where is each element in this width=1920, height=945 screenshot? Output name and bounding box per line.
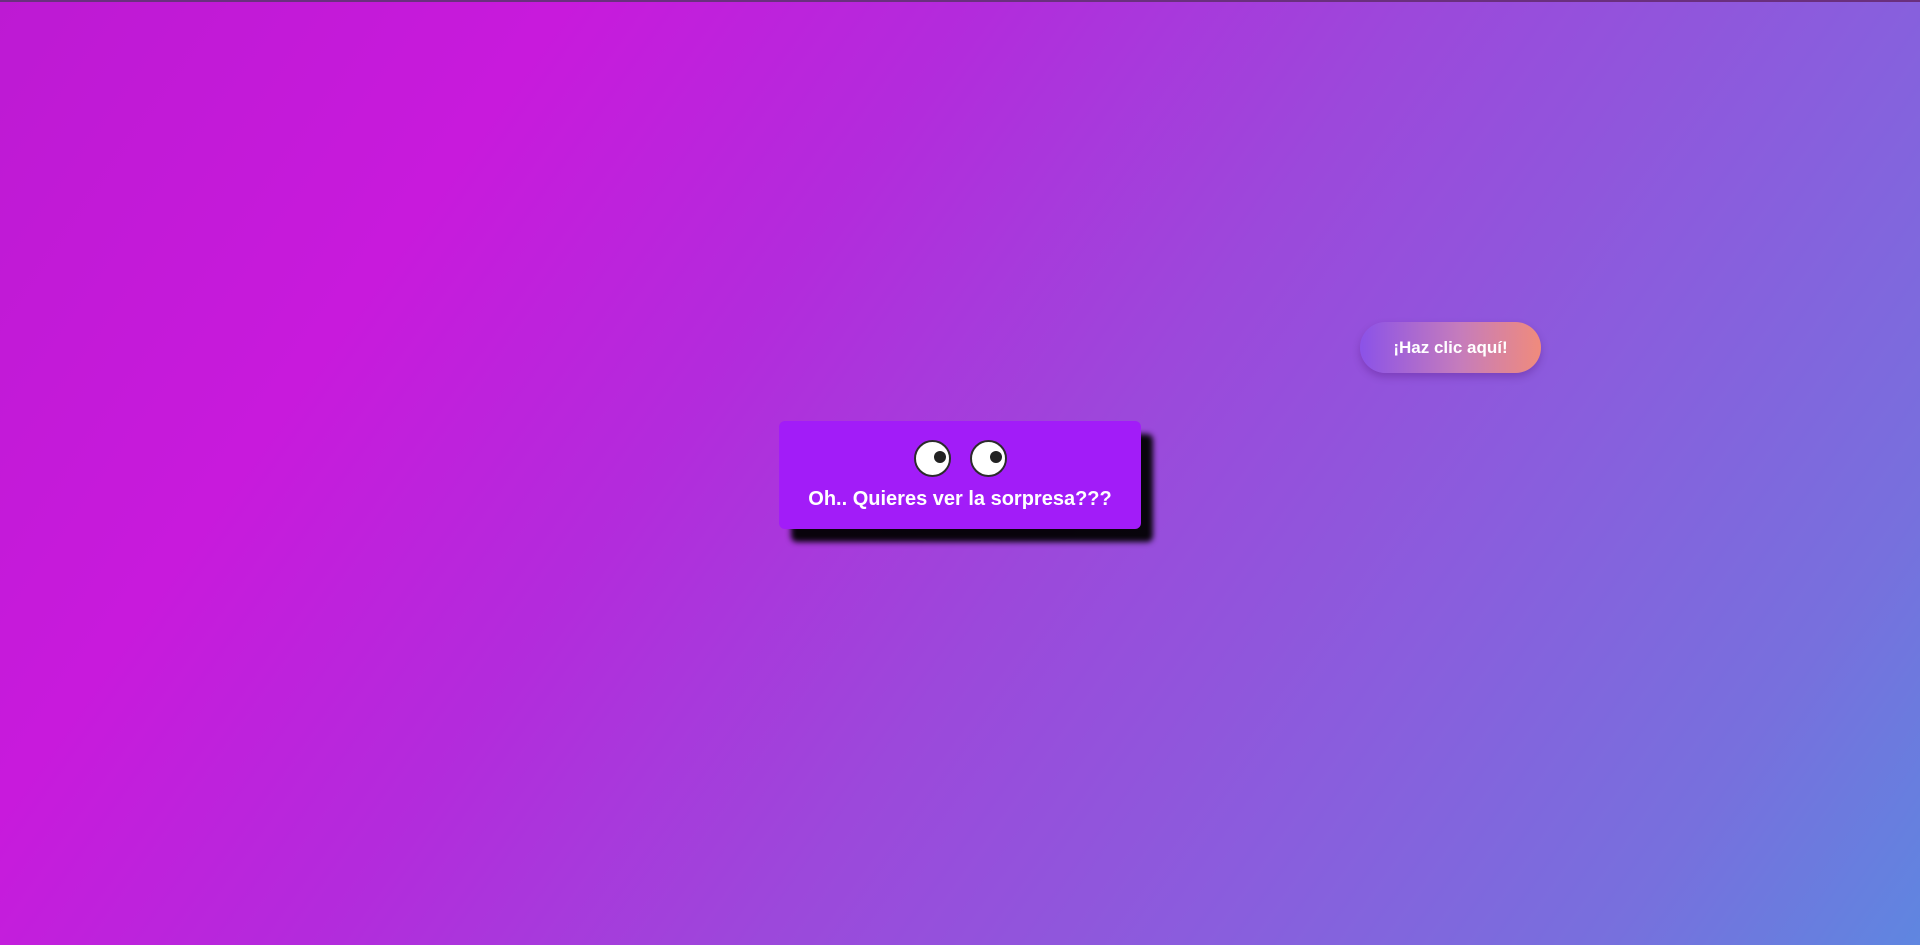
top-border [0, 0, 1920, 2]
surprise-card: Oh.. Quieres ver la sorpresa??? [779, 421, 1141, 529]
surprise-message: Oh.. Quieres ver la sorpresa??? [808, 488, 1112, 510]
eyes-group [779, 440, 1141, 477]
right-eye-icon [969, 440, 1007, 477]
right-pupil [989, 451, 1002, 463]
click-here-button[interactable]: ¡Haz clic aquí! [1360, 322, 1541, 373]
left-pupil [933, 451, 946, 463]
left-eye-icon [913, 440, 951, 477]
